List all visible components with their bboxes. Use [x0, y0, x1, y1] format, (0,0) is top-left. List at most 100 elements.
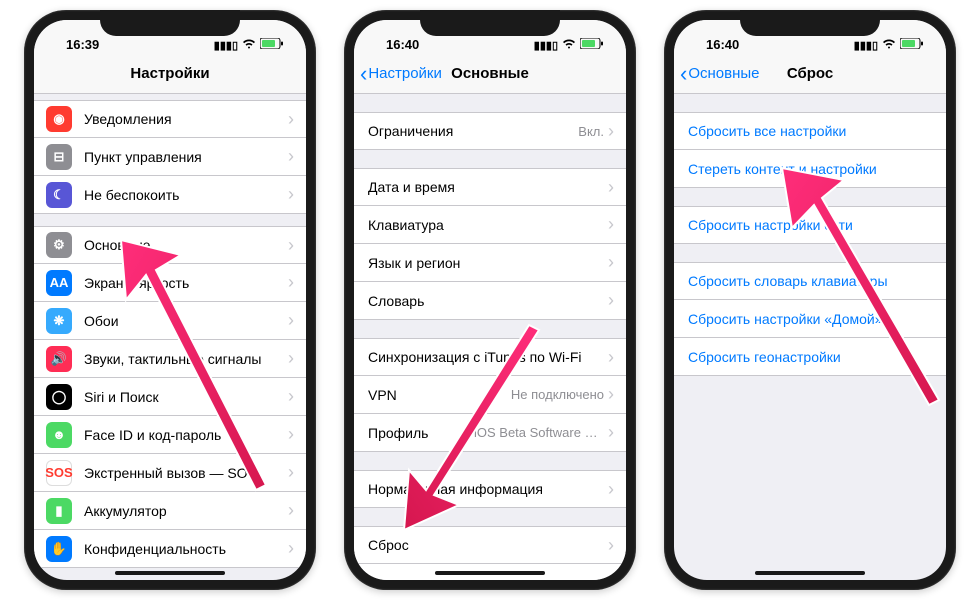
settings-row[interactable]: Клавиатура›	[354, 206, 626, 244]
row-label: Выключить	[368, 575, 614, 581]
row-icon: ▮	[46, 498, 72, 524]
settings-row[interactable]: ◯Siri и Поиск›	[34, 378, 306, 416]
settings-row[interactable]: Сброс›	[354, 526, 626, 564]
chevron-left-icon: ‹	[680, 63, 687, 85]
chevron-right-icon: ›	[608, 290, 614, 311]
settings-group: ◉Уведомления›⊟Пункт управления›☾Не беспо…	[34, 100, 306, 214]
nav-bar: Настройки	[34, 54, 306, 94]
row-label: Профиль	[368, 425, 474, 441]
row-label: Обои	[84, 313, 288, 329]
settings-group: Сбросить все настройкиСтереть контент и …	[674, 112, 946, 188]
settings-row[interactable]: ✋Конфиденциальность›	[34, 530, 306, 568]
settings-row[interactable]: ☻Face ID и код-пароль›	[34, 416, 306, 454]
content[interactable]: ОграниченияВкл.›Дата и время›Клавиатура›…	[354, 94, 626, 580]
row-label: Экран и яркость	[84, 275, 288, 291]
phone-settings: 16:39 ▮▮▮▯ Настройки ◉Уведомления›⊟Пункт…	[24, 10, 316, 590]
settings-row[interactable]: 🔊Звуки, тактильные сигналы›	[34, 340, 306, 378]
row-label: Аккумулятор	[84, 503, 288, 519]
settings-group: ⚙Основные›AAЭкран и яркость›❋Обои›🔊Звуки…	[34, 226, 306, 568]
home-indicator	[115, 571, 225, 575]
back-button[interactable]: ‹Основные	[680, 63, 760, 85]
settings-row[interactable]: VPNНе подключено›	[354, 376, 626, 414]
content[interactable]: ◉Уведомления›⊟Пункт управления›☾Не беспо…	[34, 88, 306, 580]
settings-row[interactable]: ПрофильiOS Beta Software Profile›	[354, 414, 626, 452]
row-icon: ❋	[46, 308, 72, 334]
settings-row[interactable]: Словарь›	[354, 282, 626, 320]
chevron-right-icon: ›	[288, 462, 294, 483]
settings-row[interactable]: ▮ Аккумулятор›	[34, 492, 306, 530]
chevron-right-icon: ›	[288, 386, 294, 407]
chevron-right-icon: ›	[608, 252, 614, 273]
status-bar: 16:40 ▮▮▮▯	[354, 20, 626, 54]
row-label: Клавиатура	[368, 217, 608, 233]
row-label: Сброс	[368, 537, 608, 553]
settings-row[interactable]: SOSЭкстренный вызов — SOS›	[34, 454, 306, 492]
settings-row[interactable]: Нормативная информация›	[354, 470, 626, 508]
settings-row[interactable]: Язык и регион›	[354, 244, 626, 282]
row-icon: AA	[46, 270, 72, 296]
settings-row[interactable]: Сбросить все настройки	[674, 112, 946, 150]
settings-row[interactable]: AAЭкран и яркость›	[34, 264, 306, 302]
row-label: Синхронизация с iTunes по Wi-Fi	[368, 349, 608, 365]
settings-row[interactable]: ⊟Пункт управления›	[34, 138, 306, 176]
row-label: Нормативная информация	[368, 481, 608, 497]
settings-row[interactable]: Сбросить настройки сети	[674, 206, 946, 244]
row-icon: ⚙	[46, 232, 72, 258]
row-label: Ограничения	[368, 123, 578, 139]
chevron-right-icon: ›	[288, 235, 294, 256]
settings-row[interactable]: ОграниченияВкл.›	[354, 112, 626, 150]
nav-title: Настройки	[130, 65, 209, 82]
settings-row[interactable]: Дата и время›	[354, 168, 626, 206]
chevron-right-icon: ›	[288, 500, 294, 521]
row-label: Язык и регион	[368, 255, 608, 271]
back-button[interactable]: ‹Настройки	[360, 63, 442, 85]
settings-row[interactable]: Сбросить геонастройки	[674, 338, 946, 376]
battery-icon	[260, 38, 284, 52]
nav-bar: ‹Основные Сброс	[674, 54, 946, 94]
settings-row[interactable]: ◉Уведомления›	[34, 100, 306, 138]
home-indicator	[755, 571, 865, 575]
signal-icon: ▮▮▮▯	[534, 39, 558, 52]
signal-icon: ▮▮▮▯	[854, 39, 878, 52]
chevron-left-icon: ‹	[360, 63, 367, 85]
settings-row[interactable]: ☾Не беспокоить›	[34, 176, 306, 214]
settings-group: Синхронизация с iTunes по Wi-Fi›VPNНе по…	[354, 338, 626, 452]
content[interactable]: Сбросить все настройкиСтереть контент и …	[674, 94, 946, 580]
row-detail: Не подключено	[511, 387, 604, 402]
settings-row[interactable]: Синхронизация с iTunes по Wi-Fi›	[354, 338, 626, 376]
row-label: Конфиденциальность	[84, 541, 288, 557]
settings-row[interactable]: ❋ Обои›	[34, 302, 306, 340]
row-icon: SOS	[46, 460, 72, 486]
settings-group: Сбросить настройки сети	[674, 206, 946, 244]
nav-title: Основные	[451, 65, 529, 82]
row-label: Сбросить настройки «Домой»	[688, 311, 934, 327]
wifi-icon	[882, 39, 896, 52]
row-icon: ☻	[46, 422, 72, 448]
settings-group: Дата и время›Клавиатура›Язык и регион›Сл…	[354, 168, 626, 320]
wifi-icon	[562, 39, 576, 52]
chevron-right-icon: ›	[288, 424, 294, 445]
battery-icon	[580, 38, 604, 52]
wifi-icon	[242, 39, 256, 52]
chevron-right-icon: ›	[288, 310, 294, 331]
row-label: VPN	[368, 387, 511, 403]
chevron-right-icon: ›	[288, 538, 294, 559]
settings-row[interactable]: ⚙Основные›	[34, 226, 306, 264]
row-label: Уведомления	[84, 111, 288, 127]
chevron-right-icon: ›	[608, 422, 614, 443]
chevron-right-icon: ›	[608, 177, 614, 198]
phone-reset: 16:40 ▮▮▮▯ ‹Основные Сброс Сбросить все …	[664, 10, 956, 590]
status-time: 16:40	[700, 37, 739, 52]
phone-general: 16:40 ▮▮▮▯ ‹Настройки Основные Ограничен…	[344, 10, 636, 590]
nav-bar: ‹Настройки Основные	[354, 54, 626, 94]
row-icon: ⊟	[46, 144, 72, 170]
row-label: Дата и время	[368, 179, 608, 195]
settings-row[interactable]: Стереть контент и настройки	[674, 150, 946, 188]
row-label: Словарь	[368, 293, 608, 309]
settings-row[interactable]: Сбросить словарь клавиатуры	[674, 262, 946, 300]
battery-icon	[900, 38, 924, 52]
row-detail: Вкл.	[578, 124, 604, 139]
row-label: Siri и Поиск	[84, 389, 288, 405]
settings-row[interactable]: Сбросить настройки «Домой»	[674, 300, 946, 338]
chevron-right-icon: ›	[288, 348, 294, 369]
